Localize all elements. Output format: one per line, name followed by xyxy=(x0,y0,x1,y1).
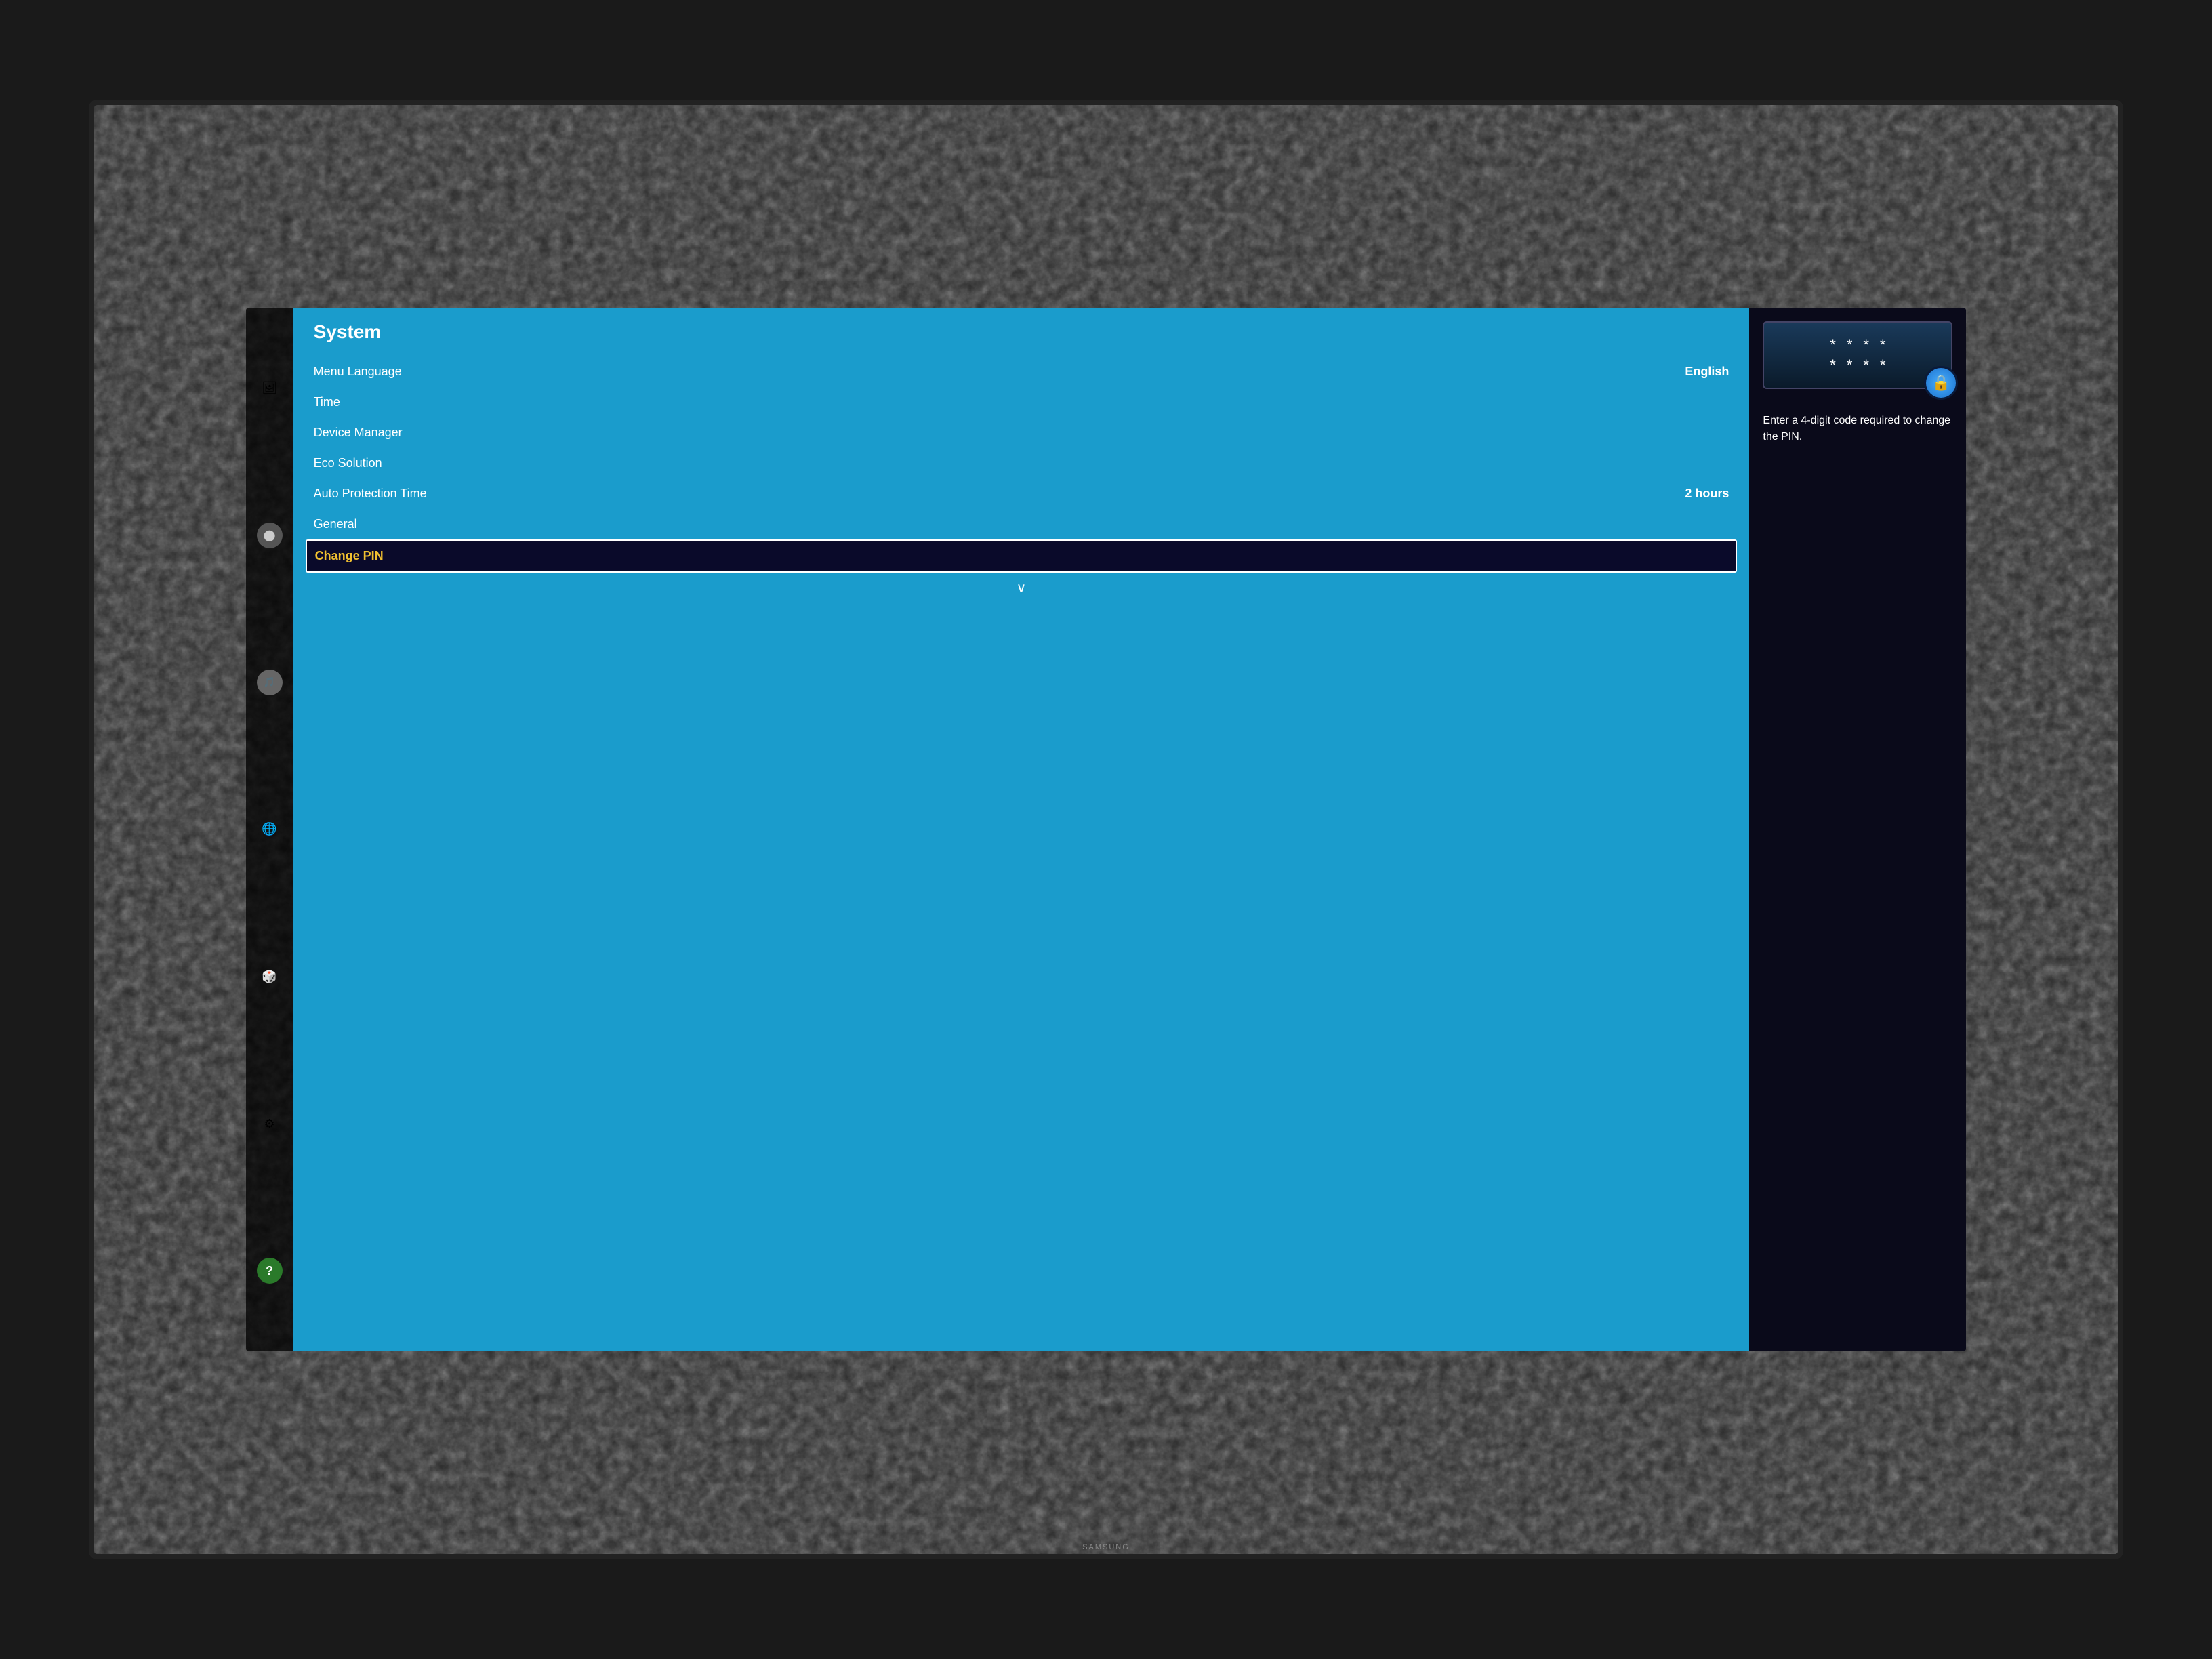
pin-dot-5: * xyxy=(1830,358,1836,373)
pin-dot-1: * xyxy=(1830,337,1836,352)
menu-item-eco-solution[interactable]: Eco Solution xyxy=(314,448,1729,478)
menu-item-time[interactable]: Time xyxy=(314,387,1729,417)
sidebar-icon-camera[interactable]: ⬤ xyxy=(257,523,283,548)
menu-language-label: Menu Language xyxy=(314,365,402,379)
tv-screen: 🖼 ⬤ 🎵 🌐 🎲 ⚙ ? xyxy=(94,105,2118,1554)
audio-icon: 🎵 xyxy=(264,676,275,688)
camera-icon: ⬤ xyxy=(264,529,276,542)
pin-dot-2: * xyxy=(1847,337,1853,352)
auto-protection-label: Auto Protection Time xyxy=(314,487,427,501)
photo-icon: 🖼 xyxy=(262,381,277,395)
menu-item-general[interactable]: General xyxy=(314,509,1729,539)
pin-dot-3: * xyxy=(1863,337,1869,352)
menu-item-auto-protection[interactable]: Auto Protection Time 2 hours xyxy=(314,478,1729,509)
eco-solution-label: Eco Solution xyxy=(314,456,382,470)
pin-dot-4: * xyxy=(1880,337,1886,352)
sidebar: 🖼 ⬤ 🎵 🌐 🎲 ⚙ ? xyxy=(246,308,293,1351)
settings-icon: ⚙ xyxy=(264,1117,275,1131)
pin-dot-7: * xyxy=(1863,358,1869,373)
ui-overlay: 🖼 ⬤ 🎵 🌐 🎲 ⚙ ? xyxy=(246,308,1967,1351)
app-icon: 🎲 xyxy=(262,970,276,984)
system-menu: System Menu Language English Time Device… xyxy=(293,308,1750,1351)
pin-row-1: * * * * xyxy=(1830,337,1885,352)
menu-item-change-pin[interactable]: Change PIN xyxy=(306,539,1738,573)
scroll-down-indicator: ∨ xyxy=(314,579,1729,596)
lock-icon: 🔒 xyxy=(1924,366,1958,400)
lock-symbol: 🔒 xyxy=(1932,374,1950,392)
tv-brand: SAMSUNG xyxy=(1082,1543,1130,1551)
pin-row-2: * * * * xyxy=(1830,358,1885,373)
change-pin-label: Change PIN xyxy=(315,549,384,563)
globe-icon: 🌐 xyxy=(262,822,276,836)
menu-language-value: English xyxy=(1685,365,1729,379)
sidebar-icon-settings[interactable]: ⚙ xyxy=(257,1111,283,1136)
time-label: Time xyxy=(314,395,340,409)
pin-dot-8: * xyxy=(1880,358,1886,373)
sidebar-icon-photo[interactable]: 🖼 xyxy=(257,375,283,401)
help-icon: ? xyxy=(266,1264,273,1278)
sidebar-icon-audio[interactable]: 🎵 xyxy=(257,670,283,695)
device-manager-label: Device Manager xyxy=(314,426,403,440)
pin-description: Enter a 4-digit code required to change … xyxy=(1763,413,1952,445)
sidebar-icon-internet[interactable]: 🌐 xyxy=(257,817,283,842)
right-panel: * * * * * * * * 🔒 Enter a 4-di xyxy=(1749,308,1966,1351)
sidebar-icon-apps[interactable]: 🎲 xyxy=(257,964,283,989)
sidebar-icon-help[interactable]: ? xyxy=(257,1258,283,1284)
menu-item-menu-language[interactable]: Menu Language English xyxy=(314,356,1729,387)
pin-dot-6: * xyxy=(1847,358,1853,373)
general-label: General xyxy=(314,517,357,531)
menu-title: System xyxy=(314,321,1729,343)
menu-item-device-manager[interactable]: Device Manager xyxy=(314,417,1729,448)
auto-protection-value: 2 hours xyxy=(1685,487,1729,501)
pin-display-box: * * * * * * * * 🔒 xyxy=(1763,321,1952,389)
tv-frame: 🖼 ⬤ 🎵 🌐 🎲 ⚙ ? xyxy=(89,100,2124,1559)
